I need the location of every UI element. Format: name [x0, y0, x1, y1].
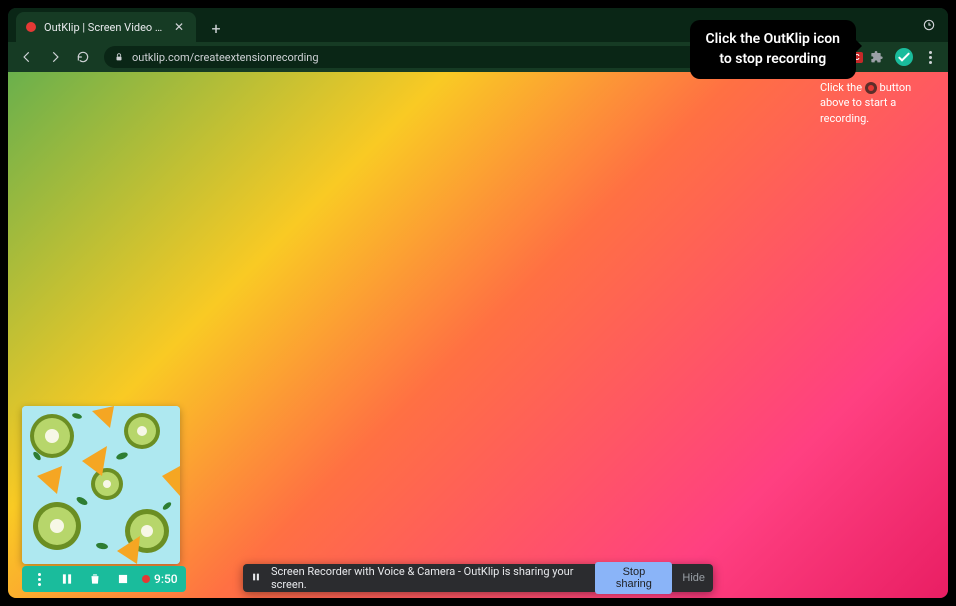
delete-button[interactable] [86, 570, 104, 588]
back-button[interactable] [14, 44, 40, 70]
new-tab-button[interactable]: + [202, 14, 230, 42]
lock-icon [114, 52, 124, 62]
stop-button[interactable] [114, 570, 132, 588]
forward-button[interactable] [42, 44, 68, 70]
reload-button[interactable] [70, 44, 96, 70]
tab-favicon-icon [26, 22, 36, 32]
window-expand-icon[interactable] [916, 12, 942, 38]
screen-share-bar: Screen Recorder with Voice & Camera - Ou… [243, 564, 713, 592]
profile-avatar-icon[interactable] [892, 45, 916, 69]
recorder-control-bar: 9:50 [22, 566, 186, 592]
camera-preview[interactable] [22, 406, 180, 564]
page-content: Click the button above to start a record… [8, 72, 948, 598]
recorder-menu-button[interactable] [30, 570, 48, 588]
page-start-hint: Click the button above to start a record… [820, 80, 940, 126]
browser-tab[interactable]: OutKlip | Screen Video Record… ✕ [16, 12, 196, 42]
url-text: outklip.com/createextensionrecording [132, 51, 319, 64]
tab-title: OutKlip | Screen Video Record… [44, 21, 164, 34]
browser-window: OutKlip | Screen Video Record… ✕ + outkl… [8, 8, 948, 598]
pause-button[interactable] [58, 570, 76, 588]
tab-close-icon[interactable]: ✕ [172, 20, 186, 34]
record-inline-icon [865, 82, 877, 94]
stop-sharing-button[interactable]: Stop sharing [595, 562, 672, 594]
instruction-tooltip: Click the OutKlip icon to stop recording [690, 20, 856, 79]
share-pause-icon [251, 572, 261, 585]
recording-dot-icon [142, 575, 150, 583]
hide-share-button[interactable]: Hide [682, 572, 705, 584]
share-message: Screen Recorder with Voice & Camera - Ou… [271, 565, 585, 591]
browser-menu-button[interactable] [918, 45, 942, 69]
recorder-timer: 9:50 [142, 572, 178, 586]
